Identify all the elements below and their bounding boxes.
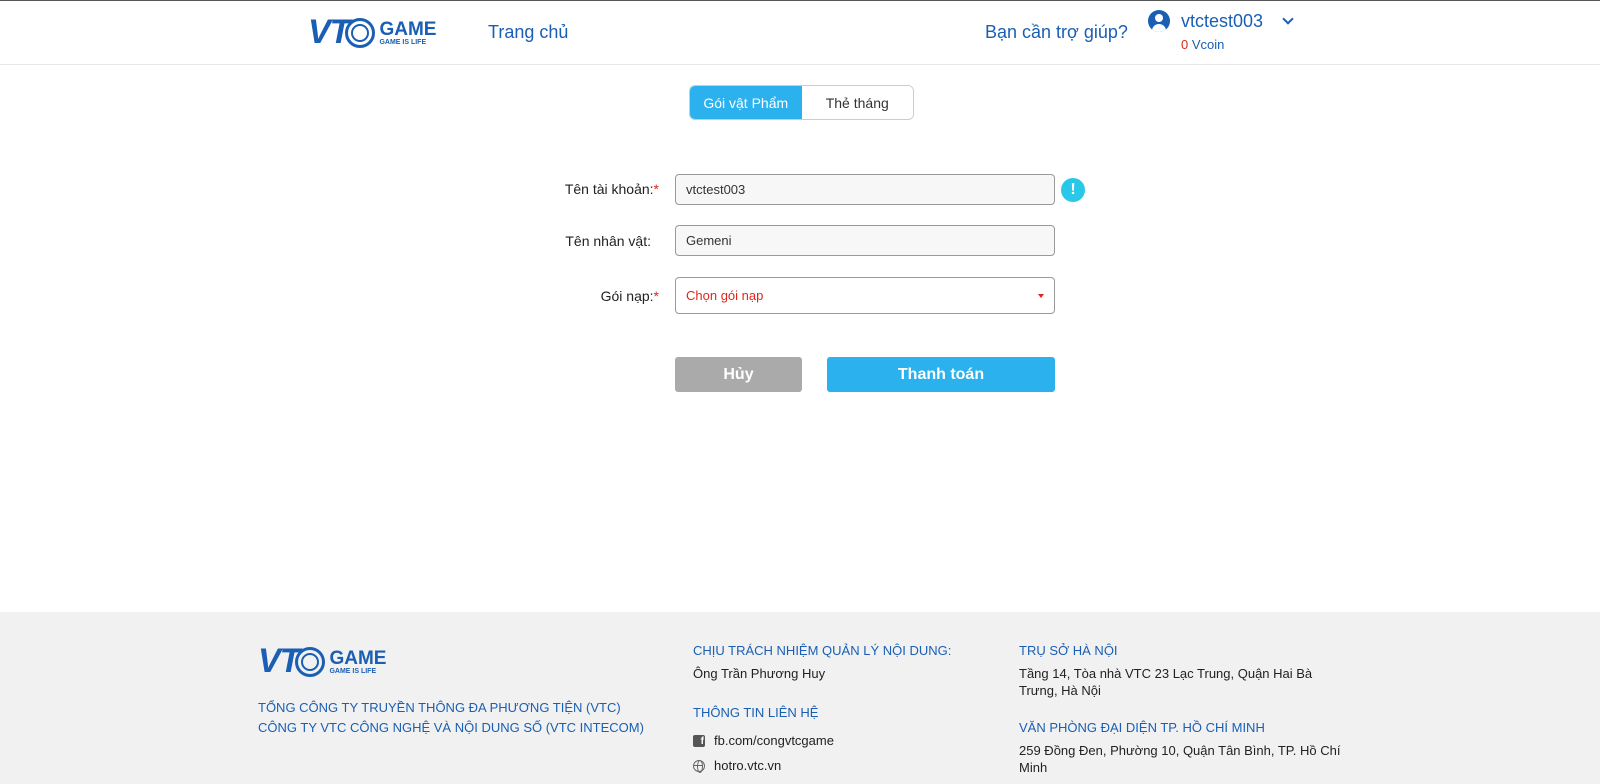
hcm-heading: VĂN PHÒNG ĐẠI DIỆN TP. HỒ CHÍ MINH (1019, 720, 1265, 735)
hcm-address: 259 Đồng Đen, Phường 10, Quận Tân Bình, … (1019, 743, 1341, 775)
account-field[interactable]: vtctest003 (675, 174, 1055, 205)
package-select-value: Chọn gói nạp (686, 288, 764, 303)
resp-heading: CHỊU TRÁCH NHIỆM QUẢN LÝ NỘI DUNG: (693, 643, 952, 658)
caret-down-icon (1038, 293, 1044, 298)
resp-name: Ông Trần Phương Huy (693, 666, 826, 681)
vcoin-amount: 0 (1181, 37, 1189, 52)
logo-game-text: GAME GAME IS LIFE (379, 18, 437, 46)
footer-logo-ring-icon (295, 646, 326, 677)
vtcgame-logo[interactable]: VT GAME GAME IS LIFE (308, 13, 436, 52)
account-label: Tên tài khoản:* (564, 181, 659, 197)
hanoi-heading: TRỤ SỞ HÀ NỘI (1019, 643, 1118, 658)
user-avatar-icon[interactable] (1148, 10, 1170, 32)
logo-tagline: GAME IS LIFE (379, 38, 427, 46)
corp-line-1: TỔNG CÔNG TY TRUYỀN THÔNG ĐA PHƯƠNG TIỆN… (258, 700, 621, 715)
character-field[interactable]: Gemeni (675, 225, 1055, 256)
tab-monthly-card[interactable]: Thẻ tháng (801, 86, 913, 119)
tab-item-packages[interactable]: Gói vật Phẩm (690, 86, 802, 119)
website-link[interactable]: hotro.vtc.vn (714, 757, 781, 774)
site-footer: VT GAME GAME IS LIFE TỔNG CÔNG TY TRUYỀN… (0, 612, 1600, 784)
logo-vtc-mark: VT (308, 13, 350, 51)
package-select[interactable]: Chọn gói nạp (675, 277, 1055, 314)
logo-ring-icon (345, 17, 376, 48)
character-label: Tên nhân vật: (565, 233, 651, 249)
cancel-button[interactable]: Hủy (675, 357, 802, 392)
facebook-icon: f (693, 735, 705, 747)
package-label: Gói nạp:* (600, 288, 659, 304)
footer-logo-vtc-mark: VT (258, 642, 300, 680)
footer-logo-tagline: GAME IS LIFE (329, 667, 377, 675)
help-link[interactable]: Bạn cần trợ giúp? (985, 22, 1128, 43)
info-icon[interactable]: ! (1061, 178, 1085, 202)
site-header: VT GAME GAME IS LIFE Trang chủ Bạn cần t… (0, 1, 1600, 65)
package-tabs: Gói vật Phẩm Thẻ tháng (689, 85, 914, 120)
globe-icon (693, 760, 705, 773)
facebook-link[interactable]: fb.com/congvtcgame (714, 732, 834, 749)
chevron-down-icon[interactable] (1282, 13, 1294, 25)
vcoin-unit: Vcoin (1191, 37, 1225, 52)
footer-logo-game-text: GAME GAME IS LIFE (329, 647, 387, 675)
corp-line-2: CÔNG TY VTC CÔNG NGHỆ VÀ NỘI DUNG SỐ (VT… (258, 720, 644, 735)
footer-vtcgame-logo[interactable]: VT GAME GAME IS LIFE (258, 642, 386, 681)
hanoi-address: Tầng 14, Tòa nhà VTC 23 Lạc Trung, Quận … (1019, 666, 1313, 698)
pay-button[interactable]: Thanh toán (827, 357, 1055, 392)
nav-home-link[interactable]: Trang chủ (488, 22, 568, 43)
contact-heading: THÔNG TIN LIÊN HỆ (693, 705, 819, 720)
username[interactable]: vtctest003 (1181, 11, 1263, 32)
vcoin-balance: 0 Vcoin (1181, 37, 1224, 52)
